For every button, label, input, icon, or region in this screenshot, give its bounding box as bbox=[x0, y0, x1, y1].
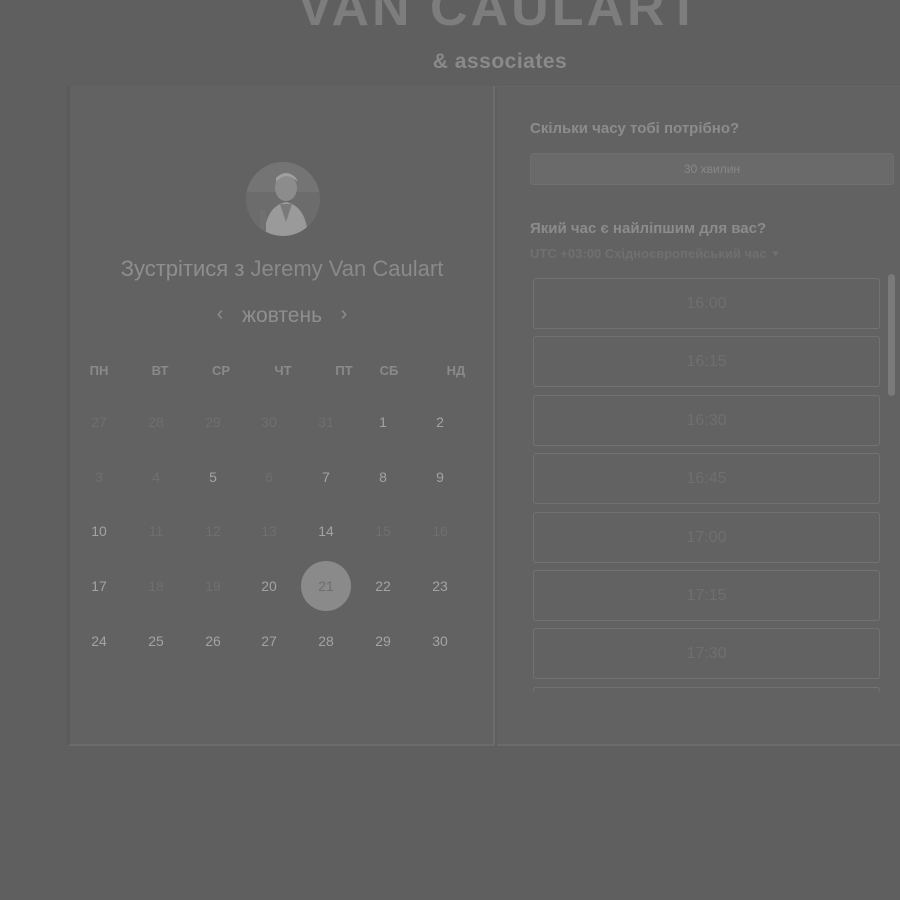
calendar-day[interactable]: 23 bbox=[415, 561, 465, 611]
time-slot-button[interactable]: 16:30 bbox=[533, 394, 880, 446]
month-label: жовтень bbox=[241, 304, 323, 327]
calendar-day[interactable]: 22 bbox=[358, 561, 408, 611]
calendar-day: 28 bbox=[148, 414, 164, 430]
meet-title: Зустрітися з Jeremy Van Caulart bbox=[67, 256, 497, 282]
time-slot-list: 16:00 16:15 16:30 16:45 17:00 17:15 17:30 bbox=[533, 276, 880, 692]
weekday-label: ЧТ bbox=[274, 363, 292, 378]
calendar-day: 12 bbox=[205, 523, 221, 539]
calendar-day[interactable]: 5 bbox=[188, 452, 238, 502]
calendar-day[interactable]: 14 bbox=[301, 506, 351, 556]
timezone-label: UTC +03:00 Східноєвропейський час bbox=[530, 246, 767, 261]
calendar-day: 3 bbox=[95, 469, 103, 485]
weekday-label: СБ bbox=[379, 363, 399, 378]
calendar-day: 19 bbox=[205, 578, 221, 594]
calendar-day[interactable]: 17 bbox=[74, 561, 124, 611]
calendar-day: 31 bbox=[318, 414, 334, 430]
calendar-day[interactable]: 30 bbox=[415, 616, 465, 666]
calendar-day: 4 bbox=[152, 469, 160, 485]
calendar-day: 30 bbox=[261, 414, 277, 430]
weekday-label: ПТ bbox=[335, 363, 353, 378]
slot-list-scrollbar[interactable] bbox=[888, 274, 895, 396]
calendar-day: 27 bbox=[91, 414, 107, 430]
calendar-day[interactable]: 9 bbox=[415, 452, 465, 502]
brand-title: VAN CAULART bbox=[297, 0, 703, 37]
time-slot-button[interactable]: 17:15 bbox=[533, 570, 880, 621]
weekday-label: ПН bbox=[89, 363, 109, 378]
calendar-day: 13 bbox=[261, 523, 277, 539]
host-avatar bbox=[246, 162, 320, 236]
weekday-label: СР bbox=[211, 363, 231, 378]
calendar-day[interactable]: 27 bbox=[244, 616, 294, 666]
calendar-day[interactable]: 20 bbox=[244, 561, 294, 611]
calendar-day[interactable]: 7 bbox=[301, 452, 351, 502]
chevron-right-icon[interactable]: › bbox=[334, 302, 354, 326]
calendar-day[interactable]: 8 bbox=[358, 452, 408, 502]
booking-page: VAN CAULART & associates Зустрітися з Je… bbox=[0, 0, 900, 900]
calendar-day[interactable]: 24 bbox=[74, 616, 124, 666]
calendar-day: 16 bbox=[432, 523, 448, 539]
meet-prefix: Зустрітися з bbox=[120, 256, 251, 281]
duration-question: Скільки часу тобі потрібно? bbox=[530, 120, 740, 137]
time-slot-button[interactable]: 16:45 bbox=[533, 453, 880, 505]
duration-select[interactable]: 30 хвилин bbox=[530, 153, 894, 185]
calendar-day: 18 bbox=[148, 578, 164, 594]
calendar-day[interactable]: 28 bbox=[301, 616, 351, 666]
time-slot-button[interactable]: 17:30 bbox=[533, 628, 880, 680]
time-question: Який час є найліпшим для вас? bbox=[530, 220, 767, 237]
calendar-day: 6 bbox=[265, 469, 273, 485]
brand-subtitle: & associates bbox=[432, 50, 568, 73]
calendar-day[interactable]: 26 bbox=[188, 616, 238, 666]
time-slot-button[interactable]: 16:00 bbox=[533, 278, 880, 329]
month-navigation: ‹ жовтень › bbox=[67, 302, 497, 330]
caret-down-icon: ▼ bbox=[770, 249, 781, 260]
calendar-day: 29 bbox=[205, 414, 221, 430]
calendar-day-selected[interactable]: 21 bbox=[301, 561, 351, 611]
chevron-left-icon[interactable]: ‹ bbox=[210, 302, 230, 326]
calendar-day[interactable]: 2 bbox=[415, 397, 465, 447]
calendar-day: 15 bbox=[375, 523, 391, 539]
time-slot-button[interactable]: 16:15 bbox=[533, 336, 880, 388]
time-slot-button[interactable] bbox=[533, 686, 880, 692]
weekday-label: НД bbox=[446, 363, 466, 378]
weekday-label: ВТ bbox=[151, 363, 169, 378]
time-slot-button[interactable]: 17:00 bbox=[533, 511, 880, 563]
calendar-day: 11 bbox=[148, 523, 164, 539]
timezone-select[interactable]: UTC +03:00 Східноєвропейський час ▼ bbox=[530, 246, 780, 261]
host-name: Jeremy Van Caulart bbox=[250, 256, 444, 281]
calendar-day[interactable]: 29 bbox=[358, 616, 408, 666]
calendar-day[interactable]: 10 bbox=[74, 506, 124, 556]
calendar-day[interactable]: 25 bbox=[131, 616, 181, 666]
calendar-day[interactable]: 1 bbox=[358, 397, 408, 447]
